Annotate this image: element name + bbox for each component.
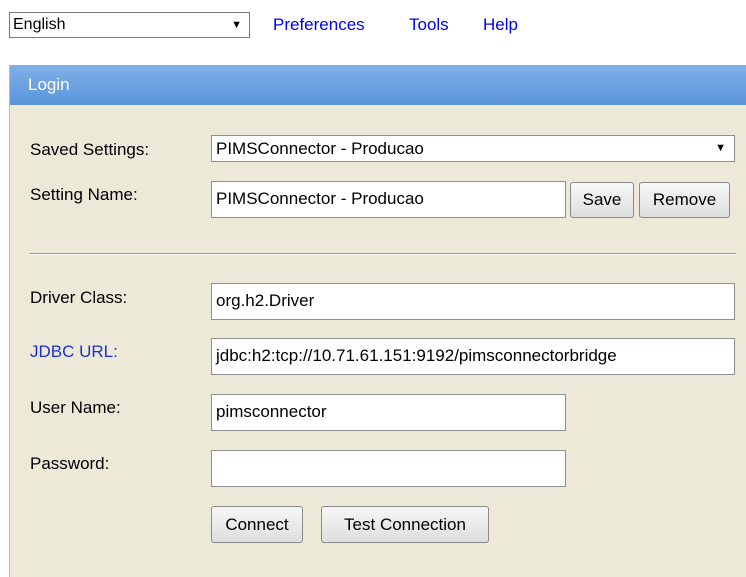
help-link[interactable]: Help [483, 14, 518, 36]
save-button[interactable]: Save [570, 182, 634, 218]
connect-button[interactable]: Connect [211, 506, 303, 543]
driver-class-label: Driver Class: [30, 288, 128, 307]
top-bar: English ▼ Preferences Tools Help [0, 0, 746, 56]
tools-link[interactable]: Tools [409, 14, 449, 36]
login-panel: Login Saved Settings: PIMSConnector - Pr… [9, 65, 746, 577]
test-connection-button[interactable]: Test Connection [321, 506, 489, 543]
jdbc-url-input[interactable]: jdbc:h2:tcp://10.71.61.151:9192/pimsconn… [211, 338, 735, 375]
saved-settings-select[interactable]: PIMSConnector - Producao ▼ [211, 135, 735, 162]
preferences-link[interactable]: Preferences [273, 14, 365, 36]
driver-class-input[interactable]: org.h2.Driver [211, 283, 735, 320]
saved-settings-value: PIMSConnector - Producao [216, 139, 424, 158]
setting-name-label: Setting Name: [30, 185, 138, 204]
chevron-down-icon: ▼ [231, 19, 242, 31]
language-select[interactable]: English ▼ [9, 12, 250, 38]
remove-button[interactable]: Remove [639, 182, 730, 218]
login-panel-title: Login [28, 75, 70, 94]
chevron-down-icon: ▼ [715, 142, 726, 154]
user-name-input[interactable]: pimsconnector [211, 394, 566, 431]
language-select-value: English [13, 16, 66, 33]
setting-name-input[interactable]: PIMSConnector - Producao [211, 181, 566, 218]
password-input[interactable] [211, 450, 566, 487]
password-label: Password: [30, 454, 110, 473]
login-panel-header: Login [10, 65, 746, 105]
jdbc-url-label[interactable]: JDBC URL: [30, 341, 118, 363]
saved-settings-label: Saved Settings: [30, 140, 150, 159]
user-name-label: User Name: [30, 398, 121, 417]
section-divider [30, 253, 736, 255]
